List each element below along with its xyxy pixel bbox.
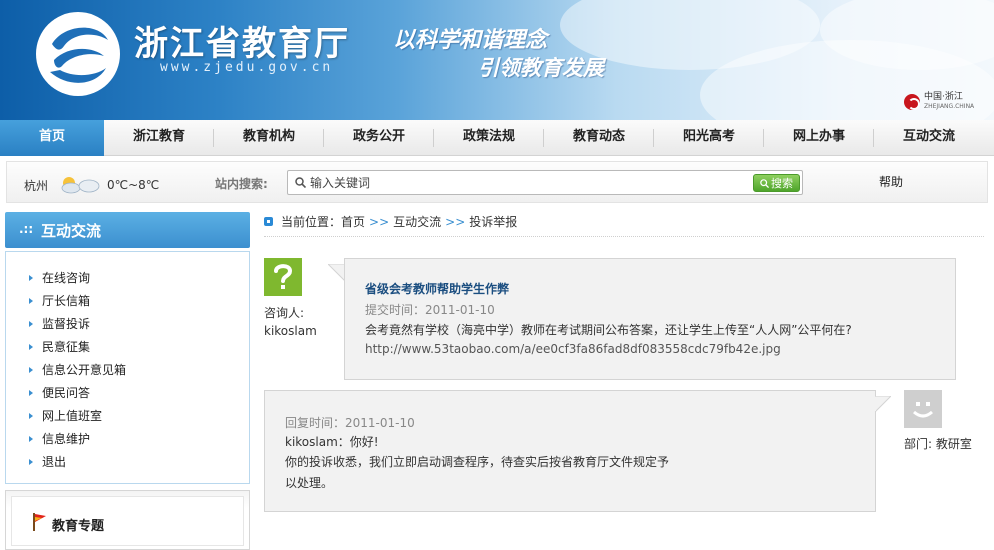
site-url: www.zjedu.gov.cn (160, 60, 334, 75)
nav-item-interaction[interactable]: 互动交流 (874, 120, 984, 156)
corner-logo-cn: 中国·浙江 (924, 92, 963, 102)
sidebar-item-info-maintenance[interactable]: 信息维护 (6, 428, 249, 451)
asker-name: kikoslam (264, 324, 317, 338)
sidebar-item-faq[interactable]: 便民问答 (6, 382, 249, 405)
search-toolbar: 杭州 0℃~8℃ 站内搜索: 搜索 帮助 (6, 161, 988, 203)
flag-icon (33, 513, 46, 531)
location-bullet-icon (264, 217, 273, 226)
search-button-icon (760, 178, 769, 188)
question-time: 提交时间：2011-01-10 (365, 303, 495, 317)
reply-bubble: 回复时间：2011-01-10 kikoslam：你好! 你的投诉收悉，我们立即… (264, 390, 876, 512)
sidebar-item-disclosure-feedback[interactable]: 信息公开意见箱 (6, 359, 249, 382)
search-button-label: 搜索 (771, 177, 793, 190)
weather-city: 杭州 (24, 179, 49, 193)
bubble-tail-icon (875, 396, 891, 413)
cloudy-sun-icon (61, 177, 100, 194)
breadcrumb-complaints[interactable]: 投诉举报 (469, 213, 517, 230)
slogan-line1: 以科学和谐理念 (393, 28, 548, 53)
arrow-right-icon (29, 275, 33, 281)
site-banner: 浙江省教育厅 www.zjedu.gov.cn 以科学和谐理念 引领教育发展 中… (0, 0, 994, 120)
nav-item-home[interactable]: 首页 (0, 120, 104, 156)
breadcrumb: 当前位置： 首页 >> 互动交流 >> 投诉举报 (264, 213, 517, 230)
sidebar-title-dots: .:: (19, 222, 34, 236)
sidebar-menu: 在线咨询 厅长信箱 监督投诉 民意征集 信息公开意见箱 便民问答 网上值班室 信… (5, 251, 250, 484)
reply-body-line1: 你的投诉收悉，我们立即启动调查程序，待查实后按省教育厅文件规定予 (285, 455, 670, 469)
nav-item-government-affairs[interactable]: 政务公开 (324, 120, 434, 156)
reply-body-line2: 以处理。 (285, 476, 334, 490)
sidebar-item-label: 监督投诉 (42, 317, 91, 331)
help-link[interactable]: 帮助 (879, 173, 903, 190)
sidebar-item-public-opinion[interactable]: 民意征集 (6, 336, 249, 359)
reply-time: 回复时间：2011-01-10 (285, 416, 415, 430)
nav-item-institutions[interactable]: 教育机构 (214, 120, 324, 156)
sidebar-item-label: 民意征集 (42, 340, 91, 354)
breadcrumb-separator: >> (369, 214, 390, 229)
nav-item-news[interactable]: 教育动态 (544, 120, 654, 156)
breadcrumb-divider (264, 236, 984, 237)
breadcrumb-prefix: 当前位置： (281, 215, 342, 229)
sidebar-item-label: 厅长信箱 (42, 294, 91, 308)
sidebar-item-label: 在线咨询 (42, 271, 91, 285)
search-input[interactable] (310, 173, 750, 192)
corner-logo-en: ZHEJIANG.CHINA (924, 103, 975, 110)
arrow-right-icon (29, 367, 33, 373)
nav-item-zhejiang-education[interactable]: 浙江教育 (104, 120, 214, 156)
reply-greeting: kikoslam：你好! (285, 435, 379, 449)
sidebar-item-logout[interactable]: 退出 (6, 451, 249, 474)
search-box: 搜索 (287, 170, 803, 195)
slogan-line2: 引领教育发展 (478, 56, 604, 80)
education-topics-title[interactable]: 教育专题 (52, 515, 104, 534)
arrow-right-icon (29, 436, 33, 442)
nav-item-college-entrance[interactable]: 阳光高考 (654, 120, 764, 156)
sidebar-item-complaints[interactable]: 监督投诉 (6, 313, 249, 336)
arrow-right-icon (29, 344, 33, 350)
question-bubble: 省级会考教师帮助学生作弊 提交时间：2011-01-10 会考竟然有学校（海亮中… (344, 258, 956, 380)
search-icon (295, 177, 306, 188)
breadcrumb-separator: >> (445, 214, 466, 229)
arrow-right-icon (29, 321, 33, 327)
search-label: 站内搜索: (215, 177, 268, 191)
smiley-avatar-icon (904, 390, 942, 428)
zhejiang-china-logo[interactable]: 中国·浙江 ZHEJIANG.CHINA (904, 92, 984, 112)
site-title: 浙江省教育厅 (134, 24, 350, 64)
arrow-right-icon (29, 298, 33, 304)
sidebar-item-online-consult[interactable]: 在线咨询 (6, 267, 249, 290)
asker-label: 咨询人: (264, 306, 305, 320)
ministry-logo-icon[interactable] (34, 10, 122, 98)
weather-temperature: 0℃~8℃ (107, 178, 160, 192)
sidebar-item-label: 网上值班室 (42, 409, 103, 423)
question-attachment-link[interactable]: http://www.53taobao.com/a/ee0cf3fa86fad8… (365, 342, 781, 356)
sidebar-item-label: 便民问答 (42, 386, 91, 400)
question-mark-avatar-icon (264, 258, 302, 296)
sidebar-item-label: 信息公开意见箱 (42, 363, 127, 377)
nav-item-policies[interactable]: 政策法规 (434, 120, 544, 156)
nav-item-online-services[interactable]: 网上办事 (764, 120, 874, 156)
sidebar-item-label: 退出 (42, 455, 67, 469)
sidebar-item-label: 信息维护 (42, 432, 91, 446)
arrow-right-icon (29, 459, 33, 465)
sidebar-item-duty-room[interactable]: 网上值班室 (6, 405, 249, 428)
reply-department: 部门: 教研室 (904, 437, 972, 451)
search-button[interactable]: 搜索 (753, 174, 800, 192)
breadcrumb-interaction[interactable]: 互动交流 (393, 213, 441, 230)
sidebar-title-text: 互动交流 (41, 222, 102, 240)
question-text: 会考竟然有学校（海亮中学）教师在考试期间公布答案，还让学生上传至“人人网”公平何… (365, 323, 852, 337)
education-topics-panel: 教育专题 (5, 490, 250, 550)
main-nav: 首页 浙江教育 教育机构 政务公开 政策法规 教育动态 阳光高考 网上办事 互动… (0, 120, 994, 156)
sidebar-item-director-mailbox[interactable]: 厅长信箱 (6, 290, 249, 313)
arrow-right-icon (29, 413, 33, 419)
breadcrumb-home[interactable]: 首页 (341, 213, 365, 230)
arrow-right-icon (29, 390, 33, 396)
sidebar-title: .:: 互动交流 (5, 212, 250, 248)
zhejiang-seal-icon (904, 94, 920, 110)
question-title: 省级会考教师帮助学生作弊 (365, 282, 510, 296)
